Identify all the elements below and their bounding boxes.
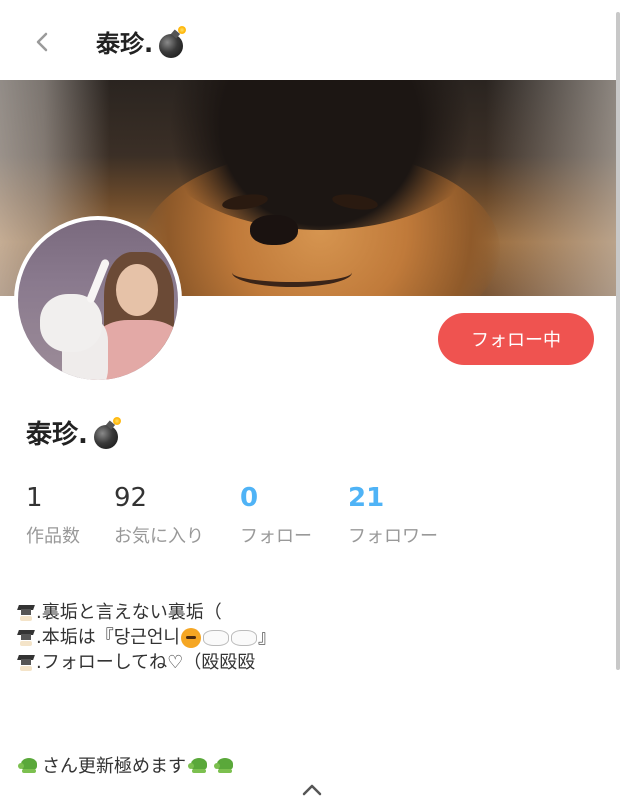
expand-button[interactable] bbox=[298, 780, 326, 800]
profile-name: 泰珍. bbox=[26, 414, 122, 451]
turtle-icon bbox=[18, 756, 40, 774]
stat-value: 0 bbox=[240, 483, 259, 513]
stat-label: フォロー bbox=[240, 526, 312, 547]
stat-value: 21 bbox=[348, 483, 385, 513]
back-button[interactable] bbox=[22, 22, 62, 62]
top-bar: 泰珍. bbox=[0, 0, 624, 80]
stat-label: お気に入り bbox=[114, 526, 204, 547]
avatar[interactable] bbox=[14, 216, 182, 384]
bio-line: .裏垢と言えない裏垢（ bbox=[17, 600, 276, 625]
bio-footer-text: さん更新極めます bbox=[42, 756, 186, 777]
stat-value: 92 bbox=[114, 483, 148, 513]
stat-following[interactable]: 0 フォロー bbox=[240, 480, 348, 548]
tiger-icon bbox=[180, 627, 201, 648]
stat-value: 1 bbox=[26, 483, 43, 513]
turtle-icon bbox=[214, 756, 236, 774]
bomb-icon bbox=[92, 416, 122, 449]
bio-text: 』 bbox=[257, 627, 276, 648]
graduation-cap-icon bbox=[17, 653, 35, 673]
bio-line: .フォローしてね♡（殴殴殴 bbox=[17, 650, 276, 675]
bio-text: .フォローしてね♡（殴殴殴 bbox=[36, 652, 256, 673]
chevron-up-icon bbox=[302, 784, 322, 796]
stat-label: フォロワー bbox=[348, 526, 438, 547]
turtle-icon bbox=[188, 756, 210, 774]
bio-line: .本垢は『당근언니 』 bbox=[17, 625, 276, 650]
graduation-cap-icon bbox=[17, 628, 35, 648]
chevron-left-icon bbox=[36, 32, 48, 52]
bomb-icon bbox=[157, 25, 187, 58]
graduation-cap-icon bbox=[17, 603, 35, 623]
profile-name-text: 泰珍. bbox=[26, 420, 88, 450]
stat-label: 作品数 bbox=[26, 526, 80, 547]
profile-stats: 1 作品数 92 お気に入り 0 フォロー 21 フォロワー bbox=[26, 480, 458, 548]
bio-text: .裏垢と言えない裏垢（ bbox=[36, 602, 222, 623]
stat-followers[interactable]: 21 フォロワー bbox=[348, 480, 458, 548]
sheep-icon bbox=[202, 629, 229, 646]
profile-bio: .裏垢と言えない裏垢（ .本垢は『당근언니 』 .フォローしてね♡（殴殴殴 bbox=[17, 600, 276, 675]
stat-works[interactable]: 1 作品数 bbox=[26, 480, 114, 548]
following-button[interactable]: フォロー中 bbox=[438, 313, 594, 365]
bio-footer: さん更新極めます bbox=[16, 752, 238, 778]
bio-text: .本垢は『당근언니 bbox=[36, 627, 180, 648]
page-title-text: 泰珍. bbox=[96, 30, 154, 58]
sheep-icon bbox=[230, 629, 257, 646]
page-title: 泰珍. bbox=[96, 24, 187, 59]
scrollbar[interactable] bbox=[616, 12, 620, 670]
stat-favorites[interactable]: 92 お気に入り bbox=[114, 480, 240, 548]
